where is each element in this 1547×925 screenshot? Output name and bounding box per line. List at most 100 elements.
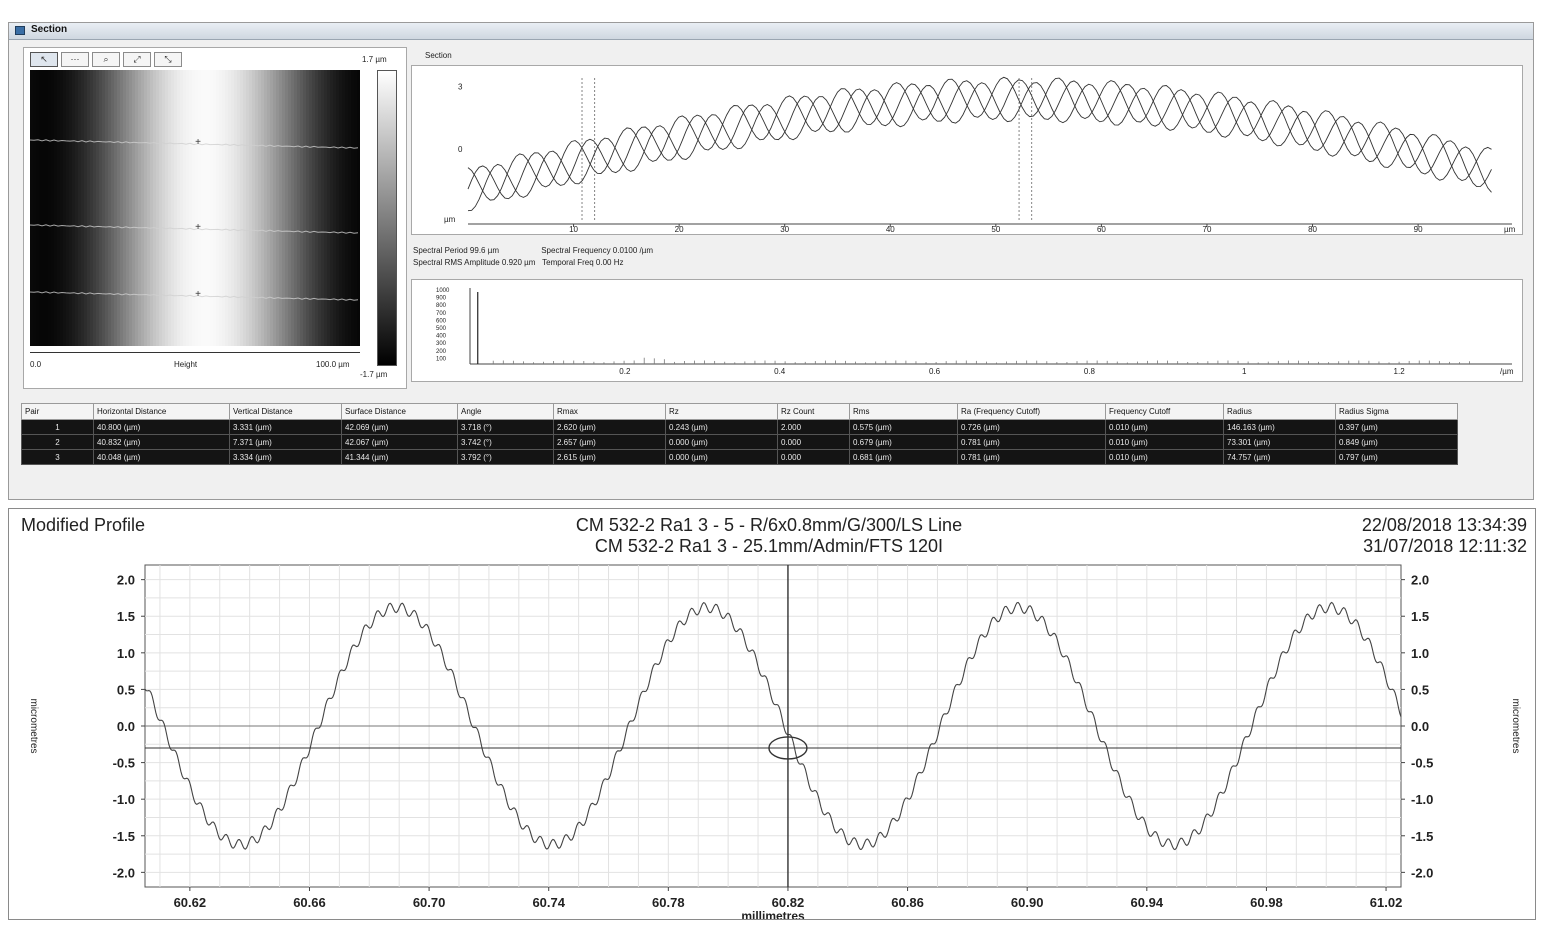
x-tick-label: 60.70 [413, 895, 446, 910]
image-axis-label: Height [174, 360, 198, 369]
line-tool-button[interactable]: ⋯ [61, 52, 89, 67]
table-cell: 2.620 (µm) [553, 419, 666, 435]
column-header[interactable]: Ra (Frequency Cutoff) [957, 403, 1106, 420]
column-header[interactable]: Horizontal Distance [93, 403, 230, 420]
section-cursor-mark: + [195, 137, 201, 148]
spectrum-x-tick-label: 0.8 [1084, 367, 1096, 376]
y-tick-label-right: -2.0 [1411, 865, 1433, 880]
spectrum-x-tick-label: 1.2 [1394, 367, 1406, 376]
x-tick-label: 60.66 [293, 895, 326, 910]
table-cell: 40.048 (µm) [93, 449, 230, 465]
table-cell: 3.742 (°) [457, 434, 554, 450]
spectrum-y-tick-label: 500 [436, 326, 447, 332]
spectral-period: Spectral Period 99.6 µm [413, 246, 499, 255]
expand-tool-button[interactable]: ⤢ [123, 52, 151, 67]
table-cell: 42.067 (µm) [341, 434, 458, 450]
pointer-tool-button[interactable]: ↖ [30, 52, 58, 67]
table-cell: 41.344 (µm) [341, 449, 458, 465]
column-header[interactable]: Surface Distance [341, 403, 458, 420]
column-header[interactable]: Pair [21, 403, 94, 420]
results-table: Pair Horizontal Distance Vertical Distance… [21, 403, 1458, 465]
y-tick-label-left: 1.5 [117, 609, 135, 624]
x-tick-label: 60.86 [891, 895, 924, 910]
column-header[interactable]: Radius Sigma [1335, 403, 1458, 420]
profile-subtitle-2: CM 532-2 Ra1 3 - 25.1mm/Admin/FTS 120I [594, 536, 944, 556]
column-header[interactable]: Radius [1223, 403, 1336, 420]
spectrum-y-tick-label: 900 [436, 296, 447, 302]
section-profile-plot[interactable]: 10 20 30 40 50 60 70 80 90 µm 3 0 µm [411, 65, 1523, 235]
x-tick-label: 60.62 [174, 895, 207, 910]
y-axis-label-left: micrometres [28, 698, 39, 753]
temporal-frequency: Temporal Freq 0.00 Hz [542, 258, 624, 267]
y-tick-label-left: -0.5 [113, 756, 135, 771]
y-tick-label-right: 1.5 [1411, 609, 1429, 624]
spectrum-y-tick-label: 400 [436, 334, 447, 340]
table-cell: 0.000 (µm) [665, 449, 778, 465]
section-x-tick-label: 90 [1414, 225, 1423, 234]
column-header[interactable]: Rz Count [777, 403, 850, 420]
spectrum-plot[interactable]: 1000 900 800 700 600 500 400 300 200 100 0.2 0.4 0.6… [411, 279, 1523, 382]
afm-image-panel: ↖ ⋯ ⌕ ⤢ ⤡ 1.7 µm + + + -1.7 µm 0.0 Height … [23, 47, 407, 389]
image-axis-end: 100.0 µm [316, 360, 350, 369]
y-tick-label-right: -1.5 [1411, 829, 1433, 844]
table-cell: 0.726 (µm) [957, 419, 1106, 435]
section-x-unit: µm [1504, 225, 1516, 234]
column-header[interactable]: Rmax [553, 403, 666, 420]
table-cell: 0.679 (µm) [849, 434, 958, 450]
y-tick-label-left: 2.0 [117, 573, 135, 588]
table-row[interactable]: 1 40.800 (µm) 3.331 (µm) 42.069 (µm) 3.718 (… [21, 419, 1458, 435]
section-x-tick-label: 80 [1308, 225, 1317, 234]
modified-profile-chart[interactable]: 2.0 2.0 1.5 1.5 1.0 1.0 0.5 0.5 0.0 0.0 -0.5 -0.5 -1… [9, 557, 1535, 919]
table-cell: 0.243 (µm) [665, 419, 778, 435]
image-toolbar: ↖ ⋯ ⌕ ⤢ ⤡ [30, 52, 182, 68]
spectrum-y-tick-label: 300 [436, 341, 447, 347]
image-axis-start: 0.0 [30, 360, 42, 369]
section-x-tick-label: 20 [675, 225, 684, 234]
section-y-unit: µm [444, 215, 456, 224]
section-cursor-mark: + [195, 222, 201, 233]
table-row[interactable]: 2 40.832 (µm) 7.371 (µm) 42.067 (µm) 3.742 (… [21, 434, 1458, 450]
column-header[interactable]: Frequency Cutoff [1105, 403, 1224, 420]
shrink-tool-button[interactable]: ⤡ [154, 52, 182, 67]
afm-height-image[interactable]: + + + [30, 70, 360, 346]
table-cell: 0.010 (µm) [1105, 434, 1224, 450]
table-cell: 40.832 (µm) [93, 434, 230, 450]
spectrum-y-tick-label: 700 [436, 311, 447, 317]
spectrum-y-tick-label: 800 [436, 303, 447, 309]
section-x-tick-label: 70 [1203, 225, 1212, 234]
profile-subtitle-1: CM 532-2 Ra1 3 - 5 - R/6x0.8mm/G/300/LS … [575, 515, 963, 535]
window-title: Section [31, 24, 68, 35]
column-header[interactable]: Angle [457, 403, 554, 420]
table-cell: 73.301 (µm) [1223, 434, 1336, 450]
section-plot-title: Section [425, 51, 452, 60]
table-cell: 0.010 (µm) [1105, 449, 1224, 465]
y-tick-label-left: -1.5 [113, 829, 135, 844]
spectrum-y-tick-label: 1000 [436, 288, 450, 294]
column-header[interactable]: Rz [665, 403, 778, 420]
y-tick-label-right: 0.5 [1411, 682, 1429, 697]
table-row[interactable]: 3 40.048 (µm) 3.334 (µm) 41.344 (µm) 3.792 (… [21, 449, 1458, 465]
x-tick-label: 60.94 [1131, 895, 1164, 910]
section-profile-line [467, 76, 1492, 201]
column-header[interactable]: Rms [849, 403, 958, 420]
spectrum-x-tick-label: 0.4 [774, 367, 786, 376]
column-header[interactable]: Vertical Distance [229, 403, 342, 420]
y-tick-label-left: 0.5 [117, 682, 135, 697]
zoom-tool-button[interactable]: ⌕ [92, 52, 120, 67]
section-x-tick-label: 60 [1097, 225, 1106, 234]
y-axis-label-right: micrometres [1510, 698, 1521, 753]
profile-datetime-2: 31/07/2018 12:11:32 [1363, 536, 1527, 556]
spectrum-x-unit: /µm [1500, 367, 1514, 376]
y-tick-label-right: -1.0 [1411, 792, 1433, 807]
spectrum-x-tick-label: 0.2 [619, 367, 631, 376]
section-y-tick-label: 0 [458, 145, 463, 154]
y-tick-label-right: -0.5 [1411, 756, 1433, 771]
x-tick-label: 60.98 [1250, 895, 1283, 910]
section-x-tick-label: 40 [886, 225, 895, 234]
table-cell: 0.575 (µm) [849, 419, 958, 435]
table-cell: 0.397 (µm) [1335, 419, 1458, 435]
profile-title: Modified Profile [21, 515, 146, 535]
table-cell: 3 [21, 449, 94, 465]
section-x-tick-label: 10 [569, 225, 578, 234]
table-cell: 0.000 (µm) [665, 434, 778, 450]
